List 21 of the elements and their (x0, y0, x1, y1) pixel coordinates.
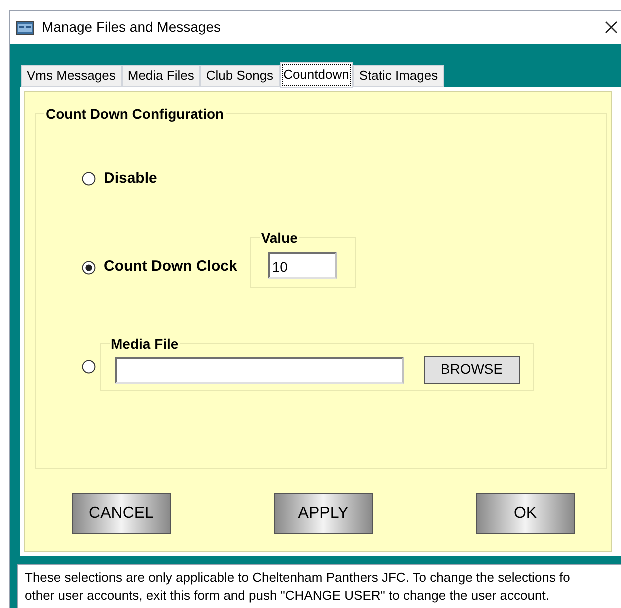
window-title: Manage Files and Messages (42, 18, 221, 37)
tab[interactable]: Vms Messages (21, 65, 122, 87)
dialog-button[interactable]: OK (476, 493, 575, 534)
close-icon[interactable] (605, 21, 618, 34)
tab[interactable]: Countdown (280, 62, 354, 88)
tab[interactable]: Media Files (122, 65, 200, 87)
tab[interactable]: Static Images (353, 65, 444, 87)
window-app-icon (16, 20, 34, 34)
radio-button[interactable] (82, 360, 96, 374)
value-field[interactable]: 10 (268, 252, 338, 278)
radio-label: Count Down Clock (104, 257, 238, 278)
file-path-field[interactable] (115, 356, 404, 384)
radio-label: Disable (104, 169, 158, 189)
radio-button[interactable] (82, 172, 96, 186)
dialog-button[interactable]: CANCEL (72, 493, 171, 534)
info-text: These selections are only applicable to Cheltenham Panthers JFC. To change the selections fo (25, 569, 572, 587)
info-text: other user accounts, exit this form and push "CHANGE USER" to change the user account. (25, 587, 550, 605)
browse-button[interactable]: BROWSE (424, 356, 520, 384)
tab[interactable]: Club Songs (200, 65, 280, 87)
dialog-button[interactable]: APPLY (274, 493, 373, 534)
radio-button-selected[interactable] (82, 260, 96, 274)
